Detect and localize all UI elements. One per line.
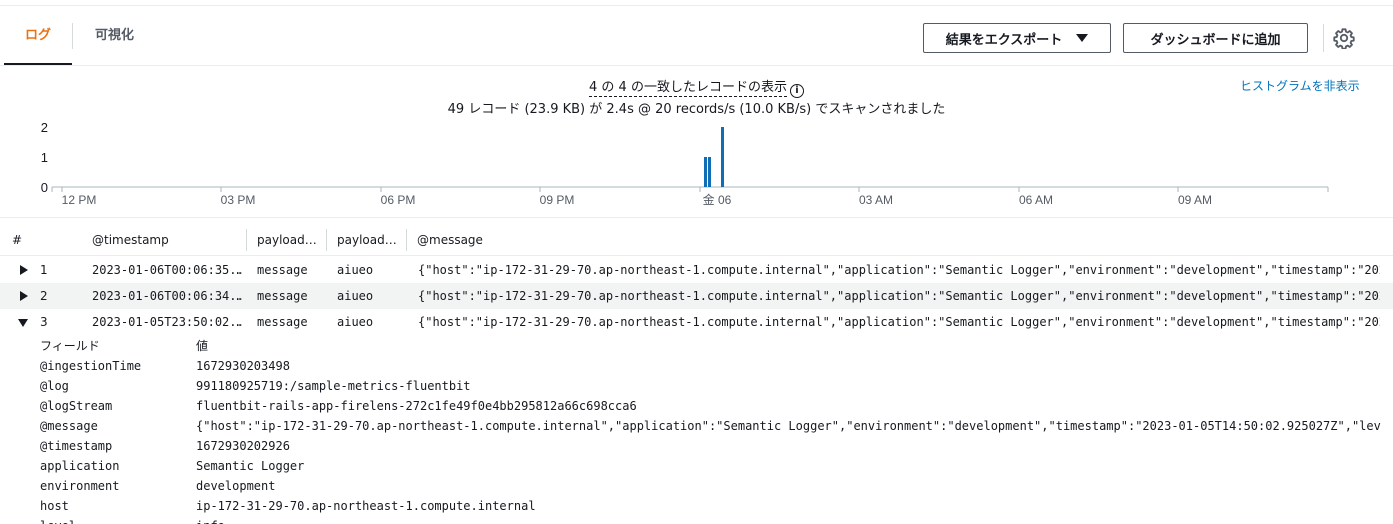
row-index: 2 (40, 289, 48, 303)
row-payload-2: aiueo (337, 263, 374, 277)
detail-header-value: 値 (196, 339, 209, 353)
histogram-chart: 2 1 0 12 PM 03 PM 06 PM 09 PM 金 06 03 AM 06 AM 09… (41, 120, 1329, 207)
detail-field-key: @message (40, 419, 98, 433)
histogram-bar[interactable] (721, 127, 724, 187)
detail-field-value: info (196, 516, 225, 524)
row-index: 3 (40, 315, 48, 329)
histogram-separator (0, 217, 1393, 218)
detail-field-value: 1672930202926 (196, 439, 290, 453)
histogram-bar[interactable] (704, 157, 707, 187)
y-tick-label: 1 (41, 150, 48, 165)
row-payload-1: message (257, 315, 308, 329)
row-payload-1: message (257, 289, 308, 303)
x-tick-label: 03 PM (221, 193, 256, 207)
tab-logs[interactable]: ログ (25, 6, 51, 65)
column-resizer[interactable] (326, 229, 327, 251)
row-payload-1: message (257, 263, 308, 277)
matched-records-summary: 4 の 4 の一致したレコードの表示 i (0, 76, 1393, 98)
table-header: # @timestamp payload… payload… @message (0, 226, 1393, 256)
row-message: {"host":"ip-172-31-29-70.ap-northeast-1.… (418, 315, 1380, 329)
detail-field-key: @logStream (40, 399, 113, 413)
row-payload-2: aiueo (337, 289, 374, 303)
detail-field-row: level info (0, 516, 1393, 524)
detail-field-value: 1672930203498 (196, 359, 290, 373)
row-index: 1 (40, 263, 48, 277)
x-tick-label: 06 PM (381, 193, 416, 207)
column-header-payload-2[interactable]: payload… (337, 226, 401, 255)
detail-field-row: application Semantic Logger (0, 456, 1393, 476)
column-header-message[interactable]: @message (417, 226, 483, 255)
detail-field-row: environment development (0, 476, 1393, 496)
column-header-timestamp[interactable]: @timestamp (92, 226, 242, 255)
detail-field-value: ip-172-31-29-70.ap-northeast-1.compute.i… (196, 499, 536, 513)
row-message: {"host":"ip-172-31-29-70.ap-northeast-1.… (418, 263, 1380, 277)
table-row-expanded[interactable]: 3 2023-01-05T23:50:02.… message aiueo {"… (0, 309, 1393, 335)
detail-field-value: development (196, 479, 276, 493)
histogram-bar[interactable] (708, 157, 711, 187)
detail-field-value: 991180925719:/sample-metrics-fluentbit (196, 379, 471, 393)
table-row[interactable]: 2 2023-01-06T00:06:34.… message aiueo {"… (0, 283, 1393, 309)
detail-field-key: environment (40, 479, 120, 493)
x-tick-label: 06 AM (1019, 193, 1053, 207)
matched-records-text: 4 の 4 の一致したレコードの表示 (589, 80, 787, 97)
detail-header: フィールド 値 (0, 336, 1393, 356)
expand-row-icon[interactable] (20, 291, 28, 301)
detail-field-row: @message {"host":"ip-172-31-29-70.ap-nor… (0, 416, 1393, 436)
detail-field-value: {"host":"ip-172-31-29-70.ap-northeast-1.… (196, 419, 1381, 433)
add-to-dashboard-button[interactable]: ダッシュボードに追加 (1123, 23, 1308, 53)
x-tick-label: 03 AM (859, 193, 893, 207)
row-timestamp: 2023-01-06T00:06:35.… (92, 263, 242, 277)
tab-visualization[interactable]: 可視化 (95, 6, 134, 65)
column-resizer[interactable] (246, 229, 247, 251)
y-tick-label: 2 (41, 120, 48, 135)
x-tick-label: 12 PM (62, 193, 97, 207)
column-resizer[interactable] (406, 229, 407, 251)
add-to-dashboard-label: ダッシュボードに追加 (1150, 32, 1281, 48)
detail-field-row: @ingestionTime 1672930203498 (0, 356, 1393, 376)
detail-field-key: @ingestionTime (40, 359, 142, 373)
detail-header-field: フィールド (40, 339, 100, 353)
tab-bar: ログ 可視化 結果をエクスポート ダッシュボードに追加 (0, 6, 1393, 66)
column-header-index: # (12, 233, 23, 247)
expand-row-icon[interactable] (20, 265, 28, 275)
row-payload-2: aiueo (337, 315, 374, 329)
detail-field-key: @timestamp (40, 439, 113, 453)
detail-field-row: @log 991180925719:/sample-metrics-fluent… (0, 376, 1393, 396)
export-results-label: 結果をエクスポート (945, 32, 1063, 48)
row-timestamp: 2023-01-05T23:50:02.… (92, 315, 242, 329)
active-tab-indicator (4, 63, 72, 65)
x-tick-label: 09 AM (1178, 193, 1212, 207)
x-tick-label: 09 PM (540, 193, 575, 207)
hide-histogram-link[interactable]: ヒストグラムを非表示 (1240, 77, 1360, 94)
detail-field-value: Semantic Logger (196, 459, 305, 473)
row-timestamp: 2023-01-06T00:06:34.… (92, 289, 242, 303)
info-icon[interactable]: i (789, 84, 804, 98)
column-header-payload-1[interactable]: payload… (257, 226, 321, 255)
detail-field-value: fluentbit-rails-app-firelens-272c1fe49f0… (196, 399, 637, 413)
gear-icon[interactable] (1333, 27, 1355, 49)
detail-field-key: host (40, 499, 69, 513)
detail-field-key: application (40, 459, 120, 473)
table-row[interactable]: 1 2023-01-06T00:06:35.… message aiueo {"… (0, 257, 1393, 283)
detail-field-row: @logStream fluentbit-rails-app-firelens-… (0, 396, 1393, 416)
row-message: {"host":"ip-172-31-29-70.ap-northeast-1.… (418, 289, 1380, 303)
detail-field-key: level (40, 516, 76, 524)
collapse-row-icon[interactable] (18, 319, 28, 327)
detail-field-key: @log (40, 379, 69, 393)
caret-down-icon (1076, 34, 1089, 42)
y-tick-label: 0 (41, 180, 48, 195)
export-results-button[interactable]: 結果をエクスポート (923, 23, 1111, 53)
detail-field-row: @timestamp 1672930202926 (0, 436, 1393, 456)
tab-divider (72, 23, 73, 49)
x-tick-label: 金 06 (703, 192, 732, 207)
detail-field-row: host ip-172-31-29-70.ap-northeast-1.comp… (0, 496, 1393, 516)
toolbar-divider (1323, 24, 1324, 52)
